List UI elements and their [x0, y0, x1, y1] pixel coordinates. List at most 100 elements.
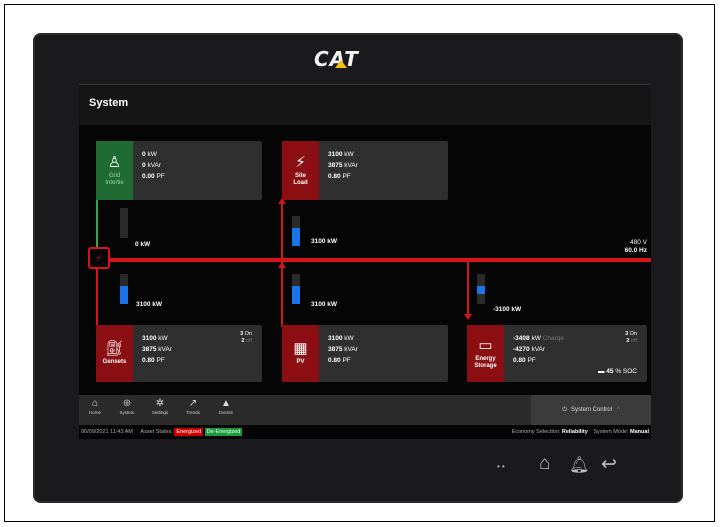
gensets-flow-bar [120, 274, 128, 304]
site-load-flow-bar [292, 216, 300, 246]
pv-card[interactable]: ▦ PV 3100 kW 3875 kVAr 0.80 PF [282, 325, 448, 382]
gensets-flow-label: 3100 kW [136, 301, 163, 308]
nav-settings[interactable]: ✲ Settings [149, 398, 171, 415]
site-load-flow-fill [292, 228, 300, 246]
gensets-pf-value: 0.80 [142, 357, 155, 364]
bus-voltage: 480 V [630, 239, 647, 246]
system-control-button[interactable]: ⏻ System Control ^ [531, 395, 651, 425]
site-load-kvar-value: 3875 [328, 162, 343, 169]
storage-mode: Charge [542, 335, 564, 342]
site-load-flow-label: 3100 kW [311, 238, 338, 245]
engine-icon: ⛽︎ [104, 340, 125, 357]
pv-kw-value: 3100 [328, 335, 343, 342]
caret-up-icon: ^ [616, 407, 620, 413]
de-energized-badge: De-Energized [204, 428, 243, 436]
soc-battery-icon: ▬ [597, 368, 605, 375]
storage-kw-value: -3408 [513, 335, 530, 342]
soc-unit: % SOC [615, 368, 637, 375]
gensets-label: Gensets [102, 359, 127, 365]
gensets-flow-fill [120, 286, 128, 304]
nav-system[interactable]: ⊕ System [116, 398, 138, 415]
cat-logo-triangle [335, 60, 347, 68]
hardware-bell-icon[interactable]: 🔔︎ [569, 455, 589, 475]
cat-logo: CAT [314, 47, 359, 71]
soc-indicator: ▬ 45 % SOC [598, 368, 637, 375]
warning-icon: ▲ [221, 398, 231, 409]
storage-flow-bar [477, 274, 485, 304]
grid-green-line [96, 200, 98, 250]
grid-flow-label: 0 kW [135, 241, 151, 248]
pv-feeder [281, 262, 283, 327]
storage-flow-fill [477, 286, 485, 294]
site-load-feeder [281, 202, 283, 260]
grid-flow-bar [120, 208, 128, 238]
system-mode-label: System Mode: [593, 429, 629, 435]
storage-feeder [467, 262, 469, 314]
battery-icon: ▭ [478, 336, 493, 354]
power-icon: ⏻ [562, 406, 567, 413]
grid-kw-value: 0 [142, 151, 146, 158]
hardware-back-icon[interactable]: ↩ [601, 453, 617, 476]
solar-panel-icon: ▦ [293, 340, 308, 357]
bus-frequency: 60.0 Hz [624, 247, 647, 254]
economy-label: Economy Selection: [511, 429, 561, 435]
nav-events[interactable]: ▲ Events [215, 398, 237, 415]
globe-icon: ⊕ [122, 398, 132, 409]
pv-arrow [278, 262, 286, 268]
site-load-arrow [278, 198, 286, 204]
pv-tile: ▦ PV [282, 325, 319, 382]
grid-pf-value: 0.00 [142, 173, 155, 180]
nav-trends[interactable]: ↗ Trends [182, 398, 204, 415]
pv-pf-value: 0.80 [328, 357, 341, 364]
storage-arrow [464, 314, 472, 320]
storage-pf-value: 0.80 [513, 357, 526, 364]
title-bar: System [79, 84, 651, 125]
storage-flow-label: -3100 kW [493, 306, 522, 313]
page-title: System [89, 97, 129, 109]
main-bus [91, 258, 651, 262]
energy-storage-card[interactable]: ▭ Energy Storage -3408 kW Charge -4270 k… [467, 325, 647, 382]
home-icon: ⌂ [91, 398, 99, 409]
grid-intertie-card[interactable]: ♙ Grid Intertie 0 kW 0 kVAr 0.00 PF [96, 141, 262, 200]
bottom-nav: ⌂ Home ⊕ System ✲ Settings ↗ Trends ▲ Events … [79, 395, 651, 425]
energized-badge: Energized [174, 428, 204, 436]
pv-flow-label: 3100 kW [311, 301, 338, 308]
grid-breaker[interactable]: ⌿ [88, 247, 110, 269]
grid-intertie-tile: ♙ Grid Intertie [96, 141, 133, 200]
lightning-icon: ⚡︎ [295, 153, 306, 171]
grid-intertie-label: Grid Intertie [105, 172, 124, 186]
economy-value: Reliability [561, 429, 588, 435]
soc-value: 45 [606, 368, 614, 375]
gear-icon: ✲ [155, 398, 165, 409]
pv-flow-bar [292, 274, 300, 304]
site-load-card[interactable]: ⚡︎ Site Load 3100 kW 3875 kVAr 0.80 PF [282, 141, 448, 200]
pv-kvar-value: 3875 [328, 346, 343, 353]
gensets-kw-value: 3100 [142, 335, 157, 342]
trend-icon: ↗ [188, 398, 198, 409]
transmission-tower-icon: ♙ [107, 153, 122, 171]
nav-home[interactable]: ⌂ Home [84, 398, 106, 415]
hardware-dots[interactable]: • • [497, 462, 505, 471]
system-mode-value: Manual [630, 429, 649, 435]
screen: System ♙ Grid Intertie 0 kW 0 kVAr 0.00 … [79, 84, 651, 439]
system-control-label: System Control [570, 407, 612, 413]
gensets-kvar-value: 3875 [142, 346, 157, 353]
grid-kvar-value: 0 [142, 162, 146, 169]
gensets-unit-count: 3 On 2 off [240, 331, 252, 344]
gensets-feeder [96, 262, 98, 327]
site-load-label: Site Load [293, 172, 308, 186]
site-load-tile: ⚡︎ Site Load [282, 141, 319, 200]
datetime: 06/09/2021 11:43 AM [81, 429, 133, 435]
asset-states-label: Asset States: [140, 429, 173, 435]
site-load-kw-value: 3100 [328, 151, 343, 158]
gensets-tile: ⛽︎ Gensets [96, 325, 133, 382]
site-load-pf-value: 0.80 [328, 173, 341, 180]
pv-flow-fill [292, 286, 300, 304]
status-bar: 06/09/2021 11:43 AM Asset States: Energi… [79, 425, 651, 439]
hardware-home-icon[interactable]: ⌂ [539, 453, 550, 475]
gensets-card[interactable]: ⛽︎ Gensets 3100 kW 3875 kVAr 0.80 PF 3 O… [96, 325, 262, 382]
energy-storage-label: Energy Storage [474, 355, 497, 369]
storage-unit-count: 3 On 2 off [625, 331, 637, 344]
storage-kvar-value: -4270 [513, 346, 530, 353]
energy-storage-tile: ▭ Energy Storage [467, 325, 504, 382]
